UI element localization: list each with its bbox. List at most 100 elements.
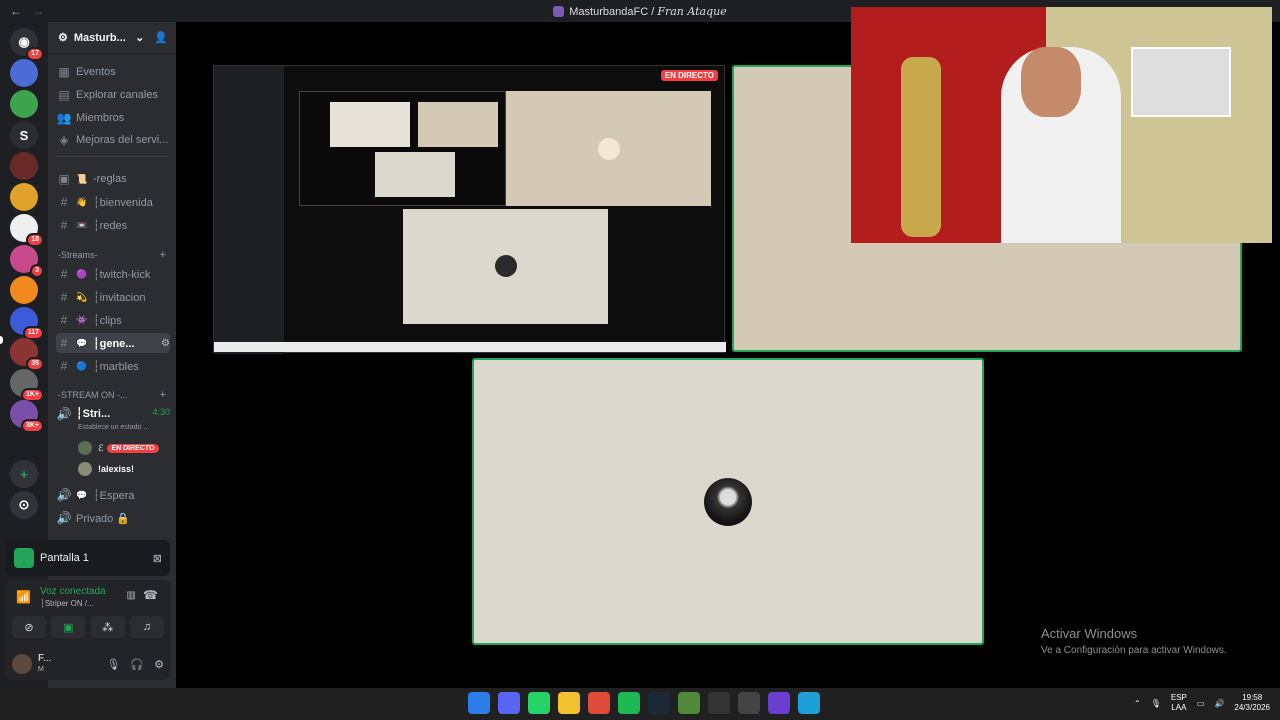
stream-tile[interactable] xyxy=(472,358,984,645)
nested-tile xyxy=(506,91,711,206)
taskbar-app-obs[interactable] xyxy=(738,692,760,714)
system-tray: ⌃ 🎙 ESP LAA ▭ 🔊 19:58 24/3/2026 xyxy=(1134,693,1270,713)
language-indicator[interactable]: ESP LAA xyxy=(1171,693,1187,713)
volume-icon[interactable]: 🔊 xyxy=(1214,699,1224,708)
screen-share-button[interactable]: ▣ xyxy=(51,616,86,638)
category-stream-on[interactable]: -STREAM ON -... + xyxy=(58,388,166,402)
channel-item[interactable]: # 🔵 ┆marbles xyxy=(56,356,170,376)
screen-share-tile[interactable]: EN DIRECTO xyxy=(213,65,726,354)
boost-icon: ◈ xyxy=(59,133,69,147)
channel-name: ┆clips xyxy=(93,314,122,327)
nested-tile xyxy=(403,209,608,324)
taskbar-app-steam[interactable] xyxy=(648,692,670,714)
channel-name: ┆invitacion xyxy=(93,291,146,304)
channel-item[interactable]: # 👾 ┆clips xyxy=(56,310,170,330)
activities-button[interactable]: ⁂ xyxy=(90,616,125,638)
voice-channel-espera[interactable]: 🔊 💬 ┆Espera xyxy=(56,485,170,505)
channel-item[interactable]: # 💫 ┆invitacion xyxy=(56,287,170,307)
voice-status[interactable]: Establece un estado ... xyxy=(78,424,149,431)
taskbar-app-whatsapp[interactable] xyxy=(528,692,550,714)
hash-icon: # xyxy=(60,218,68,232)
microphone-icon[interactable]: 🎙 xyxy=(106,658,120,671)
taskbar-app-app[interactable] xyxy=(768,692,790,714)
voice-channel-privado[interactable]: 🔊 Privado 🔒 xyxy=(56,508,170,528)
server-header[interactable]: ⚙ Masturb... ⌄ 👤 xyxy=(48,22,176,54)
channel-item[interactable]: # 🟣 ┆twitch-kick xyxy=(56,264,170,284)
server-icon[interactable] xyxy=(10,59,38,87)
server-name: Masturb... xyxy=(73,31,126,44)
channel-item[interactable]: # 📼 ┆redes xyxy=(56,215,170,235)
channel-item[interactable]: ▣ 📜 -reglas xyxy=(56,169,170,189)
taskbar-app-epic[interactable] xyxy=(708,692,730,714)
server-icon[interactable]: 18 xyxy=(10,214,44,247)
signal-icon[interactable]: 📶 xyxy=(16,590,31,604)
add-channel-icon[interactable]: + xyxy=(160,389,166,401)
server-icon[interactable]: ◉ 17 xyxy=(10,28,44,61)
channel-name: ┆redes xyxy=(93,219,128,232)
speaker-icon: 🔊 xyxy=(56,511,72,525)
menu-members[interactable]: 👥 Miembros xyxy=(56,108,170,128)
gear-icon[interactable]: ⚙ xyxy=(154,658,164,671)
network-icon[interactable]: ▭ xyxy=(1197,699,1205,708)
menu-browse[interactable]: ▤ Explorar canales xyxy=(56,85,170,105)
server-icon[interactable]: 3 xyxy=(10,245,44,278)
add-server-icon[interactable]: + xyxy=(10,460,38,488)
menu-boosts[interactable]: ◈ Mejoras del servi... xyxy=(56,130,170,150)
channel-emoji: 💫 xyxy=(76,291,88,302)
channel-name: ┆bienvenida xyxy=(93,196,153,209)
server-icon[interactable]: 1K+ xyxy=(10,369,44,402)
voice-user[interactable]: !alexiss! xyxy=(78,460,134,478)
taskbar-app-minecraft[interactable] xyxy=(678,692,700,714)
headphones-icon[interactable]: 🎧 xyxy=(130,658,144,671)
taskbar-app-explorer[interactable] xyxy=(558,692,580,714)
hash-icon: # xyxy=(60,359,68,373)
server-icon xyxy=(553,6,565,17)
discover-icon[interactable]: ⊙ xyxy=(10,491,38,519)
server-icon[interactable] xyxy=(10,90,38,118)
add-channel-icon[interactable]: + xyxy=(160,249,166,261)
taskbar-app-discord[interactable] xyxy=(498,692,520,714)
menu-browse-label: Explorar canales xyxy=(76,89,158,101)
server-icon[interactable] xyxy=(10,276,38,304)
disconnect-icon[interactable]: ☎ xyxy=(143,588,158,602)
server-icon[interactable]: 117 xyxy=(10,307,44,340)
voice-connected-channel[interactable]: ┆Striper ON /... xyxy=(40,599,94,608)
clock[interactable]: 19:58 24/3/2026 xyxy=(1234,693,1270,713)
noise-icon[interactable]: ▥ xyxy=(127,590,136,601)
server-icon[interactable]: 3K+ xyxy=(10,400,44,433)
taskbar-app-windows[interactable] xyxy=(468,692,490,714)
cam-bottle xyxy=(901,57,941,237)
server-icon[interactable]: 35 xyxy=(10,338,44,371)
voice-connected-panel: 📶 Voz conectada ┆Striper ON /... ▥ ☎ ⊘ ▣… xyxy=(6,580,170,680)
taskbar-app-edge[interactable] xyxy=(798,692,820,714)
server-glyph: S xyxy=(19,127,29,143)
mic-tray-icon[interactable]: 🎙 xyxy=(1151,699,1161,708)
avatar[interactable] xyxy=(12,654,32,674)
unread-indicator xyxy=(0,336,3,344)
menu-events[interactable]: ▦ Eventos xyxy=(56,62,170,82)
screen-share-panel[interactable]: Pantalla 1 ⊠ xyxy=(6,540,170,576)
server-icon[interactable] xyxy=(10,183,38,211)
soundboard-button[interactable]: ♫ xyxy=(129,616,164,638)
voice-user[interactable]: ℰ EN DIRECTO xyxy=(78,439,159,457)
stop-share-icon[interactable]: ⊠ xyxy=(153,552,162,565)
divider xyxy=(56,156,168,157)
chevron-up-icon[interactable]: ⌃ xyxy=(1134,699,1141,708)
title-server: MasturbandaFC xyxy=(569,6,649,18)
menu-events-label: Eventos xyxy=(76,66,116,78)
nested-taskbar xyxy=(214,342,726,352)
invite-icon[interactable]: 👤 xyxy=(154,31,168,44)
camera-off-button[interactable]: ⊘ xyxy=(12,616,46,638)
user-info[interactable]: F... M xyxy=(38,653,51,675)
server-icon[interactable] xyxy=(10,152,38,180)
channel-emoji: 👋 xyxy=(76,196,88,207)
channel-settings-icon[interactable]: ⚙ xyxy=(161,338,170,349)
taskbar-app-chrome[interactable] xyxy=(588,692,610,714)
channel-item[interactable]: # 💬 ┆gene... ⚙ xyxy=(56,333,170,353)
server-icon[interactable]: S xyxy=(10,121,38,149)
category-streams[interactable]: -Streams- + xyxy=(58,248,166,262)
channel-item[interactable]: # 👋 ┆bienvenida xyxy=(56,192,170,212)
menu-members-label: Miembros xyxy=(76,112,125,124)
avatar xyxy=(78,441,92,455)
taskbar-app-spotify[interactable] xyxy=(618,692,640,714)
